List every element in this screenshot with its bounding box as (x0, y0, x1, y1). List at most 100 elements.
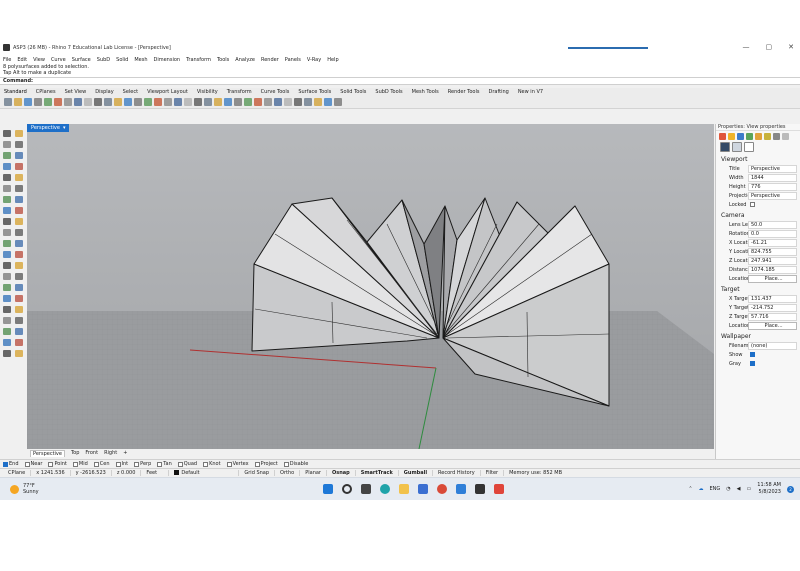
menu-item-help[interactable]: Help (327, 57, 338, 63)
toolbar-tool-icon[interactable] (44, 98, 52, 106)
left-tool-button[interactable] (13, 161, 24, 171)
toolbar-tool-icon[interactable] (254, 98, 262, 106)
left-tool-button[interactable] (13, 348, 24, 358)
materials-icon[interactable] (782, 132, 789, 140)
menu-item-curve[interactable]: Curve (51, 57, 66, 63)
left-tool-button[interactable] (1, 304, 12, 314)
toolbar-tool-icon[interactable] (274, 98, 282, 106)
tab-set-view[interactable]: Set View (65, 89, 87, 95)
toolbar-tool-icon[interactable] (64, 98, 72, 106)
property-value[interactable]: 50.0 (748, 220, 797, 229)
camera-icon[interactable] (720, 142, 730, 152)
record-history-toggle[interactable]: Record History (433, 470, 481, 476)
wifi-icon[interactable]: ◔ (726, 486, 730, 492)
layers-icon[interactable] (728, 132, 735, 140)
property-value[interactable]: 824.755 (748, 247, 797, 256)
menu-item-edit[interactable]: Edit (17, 57, 27, 63)
property-value[interactable]: 57.716 (748, 312, 797, 321)
toolbar-tool-icon[interactable] (324, 98, 332, 106)
property-value[interactable]: 131.437 (748, 294, 797, 303)
toolbar-tool-icon[interactable] (144, 98, 152, 106)
property-value[interactable]: Perspective (748, 191, 797, 200)
osnap-checkbox[interactable] (72, 461, 78, 467)
add-view-tab-button[interactable]: + (123, 450, 127, 456)
left-tool-button[interactable] (13, 139, 24, 149)
menu-item-analyze[interactable]: Analyze (235, 57, 255, 63)
osnap-checkbox[interactable] (48, 461, 54, 467)
menu-item-render[interactable]: Render (261, 57, 279, 63)
start-button[interactable] (321, 482, 334, 495)
tab-transform[interactable]: Transform (227, 89, 252, 95)
property-value[interactable]: 1844 (748, 173, 797, 182)
property-value[interactable]: Perspective (748, 164, 797, 173)
tab-solid-tools[interactable]: Solid Tools (340, 89, 366, 95)
left-tool-button[interactable] (1, 260, 12, 270)
folder-icon[interactable] (755, 132, 762, 140)
menu-item-tools[interactable]: Tools (217, 57, 229, 63)
toolbar-tool-icon[interactable] (334, 98, 342, 106)
osnap-int[interactable]: Int (115, 461, 128, 467)
osnap-checkbox[interactable] (3, 461, 8, 467)
edge-button[interactable] (378, 482, 391, 495)
left-tool-button[interactable] (13, 128, 24, 138)
notification-badge[interactable]: 2 (787, 485, 794, 493)
left-tool-button[interactable] (13, 282, 24, 292)
toolbar-tool-icon[interactable] (234, 98, 242, 106)
tab-select[interactable]: Select (123, 89, 138, 95)
toolbar-tool-icon[interactable] (114, 98, 122, 106)
left-tool-button[interactable] (13, 205, 24, 215)
cloud-icon[interactable]: ☁ (699, 486, 704, 492)
command-prompt[interactable]: Command: (0, 77, 800, 85)
menu-item-transform[interactable]: Transform (186, 57, 211, 63)
viewport-title-tab[interactable]: Perspective ▾ (27, 124, 70, 132)
property-value[interactable]: 247.941 (748, 256, 797, 265)
toolbar-tool-icon[interactable] (294, 98, 302, 106)
minimize-button[interactable]: — (743, 43, 750, 51)
left-tool-button[interactable] (13, 337, 24, 347)
language-indicator[interactable]: ENG (710, 486, 721, 492)
menu-item-dimension[interactable]: Dimension (154, 57, 181, 63)
toolbar-tool-icon[interactable] (174, 98, 182, 106)
menu-item-solid[interactable]: Solid (116, 57, 128, 63)
toolbar-tool-icon[interactable] (84, 98, 92, 106)
property-checkbox[interactable] (750, 352, 755, 357)
object-properties-icon[interactable] (719, 132, 726, 140)
osnap-checkbox[interactable] (226, 461, 232, 467)
search-button[interactable] (340, 482, 353, 495)
left-tool-button[interactable] (13, 238, 24, 248)
left-tool-button[interactable] (13, 326, 24, 336)
osnap-knot[interactable]: Knot (203, 461, 221, 467)
osnap-tan[interactable]: Tan (157, 461, 172, 467)
left-tool-button[interactable] (1, 128, 12, 138)
left-tool-button[interactable] (13, 249, 24, 259)
left-tool-button[interactable] (1, 326, 12, 336)
volume-icon[interactable]: ◀ (737, 486, 741, 492)
toolbar-tool-icon[interactable] (134, 98, 142, 106)
explorer-button[interactable] (397, 482, 410, 495)
osnap-cen[interactable]: Cen (93, 461, 110, 467)
tab-display[interactable]: Display (95, 89, 113, 95)
menu-item-view[interactable]: View (33, 57, 45, 63)
photos-button[interactable] (454, 482, 467, 495)
left-tool-button[interactable] (1, 161, 12, 171)
left-tool-button[interactable] (1, 227, 12, 237)
property-checkbox[interactable] (750, 202, 755, 207)
chevron-down-icon[interactable]: ▾ (63, 125, 66, 131)
toolbar-tool-icon[interactable] (304, 98, 312, 106)
left-tool-button[interactable] (13, 304, 24, 314)
osnap-checkbox[interactable] (157, 461, 163, 467)
toolbar-tool-icon[interactable] (204, 98, 212, 106)
property-value[interactable]: 1074.185 (748, 265, 797, 274)
left-tool-button[interactable] (1, 238, 12, 248)
property-checkbox[interactable] (750, 361, 755, 366)
tab-standard[interactable]: Standard (4, 89, 27, 95)
left-tool-button[interactable] (1, 271, 12, 281)
menu-item-file[interactable]: File (3, 57, 11, 63)
toolbar-tool-icon[interactable] (184, 98, 192, 106)
layer-selector[interactable]: Default (169, 470, 240, 476)
left-tool-button[interactable] (13, 271, 24, 281)
left-tool-button[interactable] (1, 139, 12, 149)
toolbar-tool-icon[interactable] (14, 98, 22, 106)
left-tool-button[interactable] (13, 260, 24, 270)
osnap-checkbox[interactable] (254, 461, 260, 467)
